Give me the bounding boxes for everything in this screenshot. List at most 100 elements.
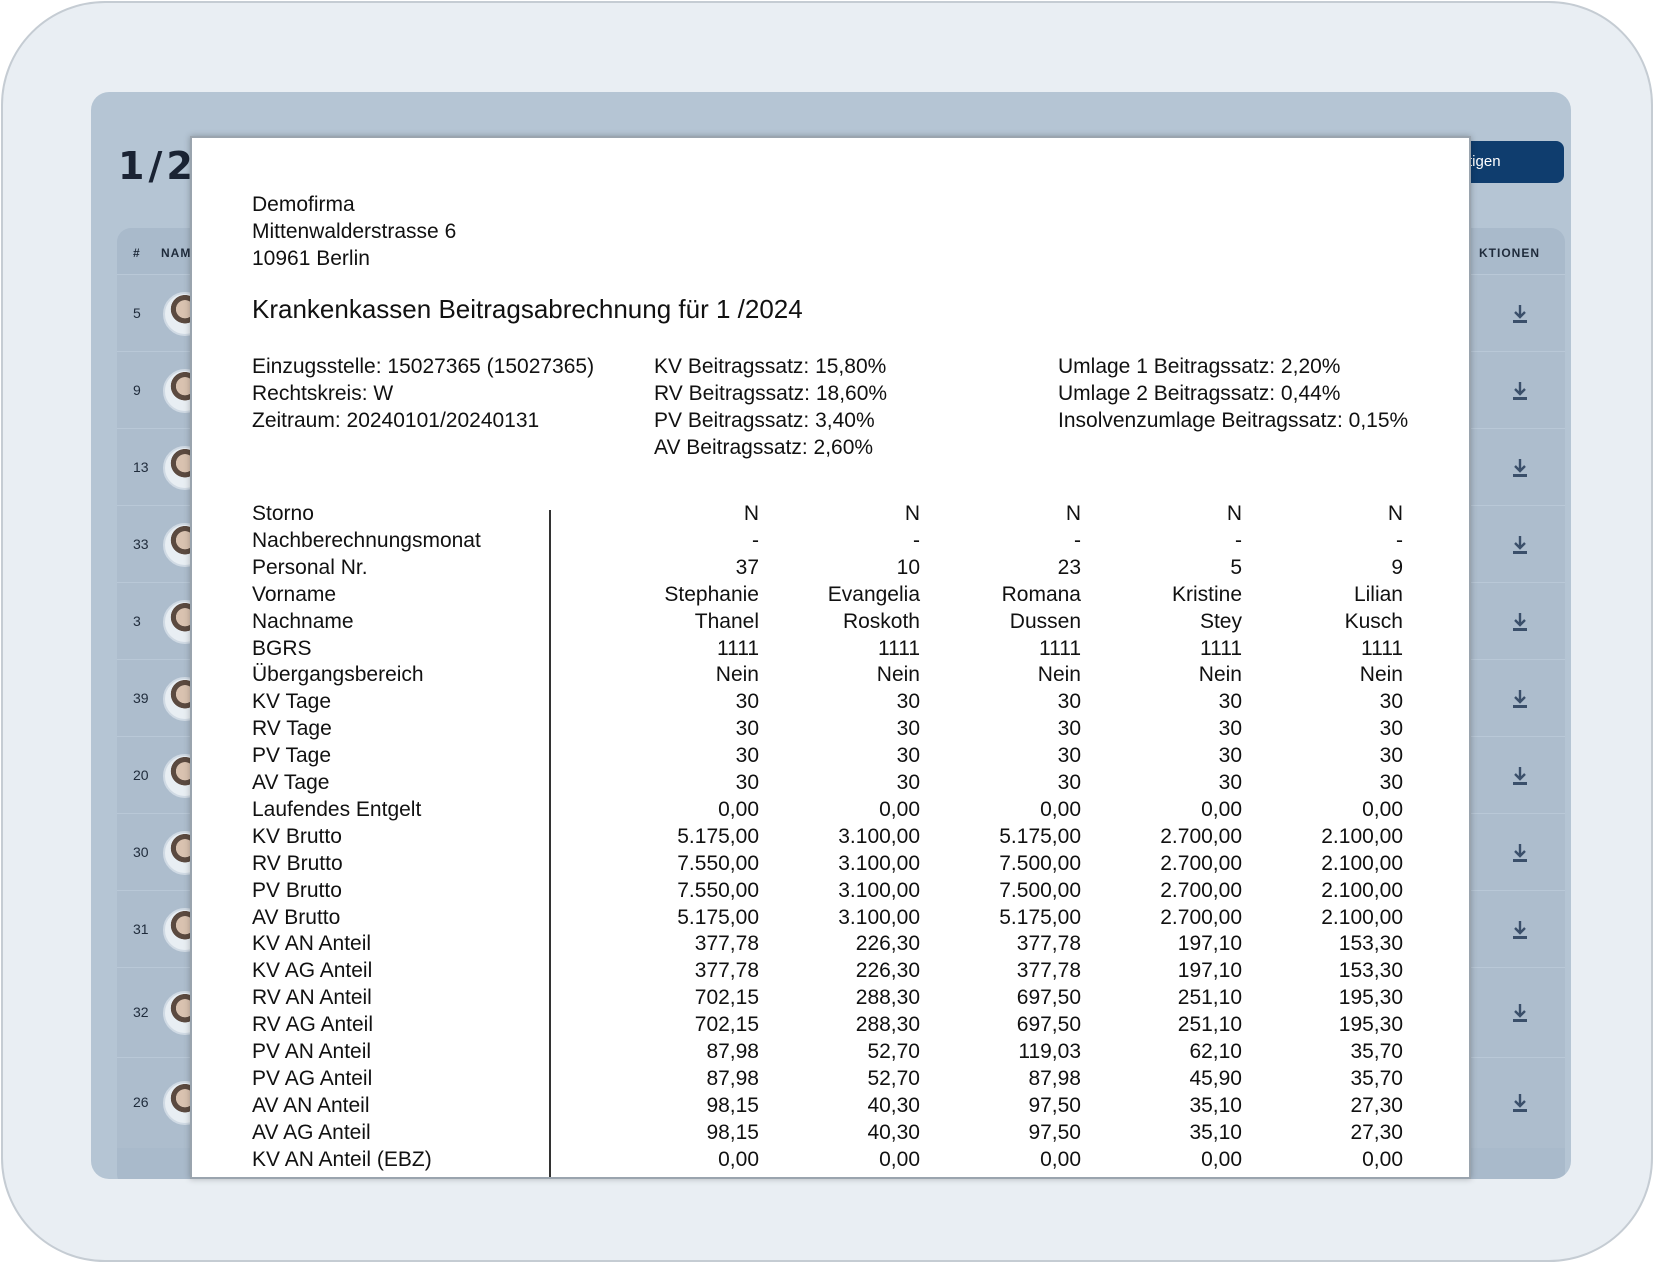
row-label: KV AN Anteil [252, 932, 372, 956]
download-icon[interactable] [1511, 1093, 1529, 1113]
cell-value: 197,10 [1177, 959, 1242, 983]
cell-value: 119,03 [1018, 1040, 1081, 1063]
cell-value: 30 [1057, 717, 1081, 741]
header-actions: KTIONEN [1479, 246, 1540, 260]
row-label: KV Tage [252, 690, 332, 714]
row-number: 3 [133, 613, 141, 629]
row-label: Storno [252, 502, 314, 525]
cell-value: 40,30 [867, 1120, 920, 1144]
cell-value: 195,30 [1338, 1013, 1403, 1037]
cell-value: Lilian [1353, 582, 1403, 606]
download-icon[interactable] [1511, 304, 1529, 324]
cell-value: 5 [1230, 555, 1242, 579]
row-label: Übergangsbereich [252, 663, 424, 687]
cell-value: 3.100,00 [838, 824, 920, 848]
cell-value: 10 [896, 555, 920, 579]
cell-value: 0,00 [1201, 797, 1242, 821]
cell-value: 30 [1218, 690, 1242, 714]
meta-einzugsstelle: Einzugsstelle: 15027365 (15027365) [252, 355, 595, 378]
download-icon[interactable] [1511, 766, 1529, 786]
cell-value: Roskoth [842, 609, 920, 633]
header-name[interactable]: NAM [161, 246, 191, 260]
cell-value: 1111 [877, 636, 920, 660]
cell-value: 5.175,00 [677, 824, 759, 848]
cell-value: N [1226, 502, 1242, 525]
cell-value: Dussen [1009, 609, 1081, 633]
company-street: Mittenwalderstrasse 6 [252, 220, 457, 243]
row-label: AV AG Anteil [252, 1120, 371, 1144]
meta-av-rate: AV Beitragssatz: 2,60% [654, 436, 874, 459]
cell-value: 0,00 [718, 1147, 759, 1171]
cell-value: 2.700,00 [1160, 824, 1242, 848]
row-label: BGRS [252, 636, 312, 660]
cell-value: 2.100,00 [1321, 905, 1403, 929]
cell-value: 87,98 [1028, 1066, 1081, 1090]
row-number: 13 [133, 459, 149, 475]
cell-value: 377,78 [694, 959, 759, 983]
cell-value: 0,00 [879, 797, 920, 821]
cell-value: 30 [735, 744, 759, 768]
cell-value: 30 [896, 690, 920, 714]
cell-value: 27,30 [1350, 1120, 1403, 1144]
cell-value: N [743, 502, 759, 525]
row-number: 39 [133, 690, 149, 706]
cell-value: 288,30 [855, 1013, 920, 1037]
download-icon[interactable] [1511, 612, 1529, 632]
cell-value: - [752, 528, 759, 552]
cell-value: N [1065, 502, 1081, 525]
download-icon[interactable] [1511, 458, 1529, 478]
cell-value: 226,30 [855, 959, 920, 983]
cell-value: - [1396, 528, 1403, 552]
row-label: Nachname [252, 609, 354, 633]
row-label: KV Brutto [252, 824, 342, 848]
cell-value: 0,00 [879, 1147, 920, 1171]
cell-value: 3.100,00 [838, 878, 920, 902]
cell-value: 1111 [1360, 636, 1403, 660]
cell-value: 30 [1057, 771, 1081, 794]
download-icon[interactable] [1511, 843, 1529, 863]
cell-value: 30 [896, 771, 920, 794]
row-number: 9 [133, 382, 141, 398]
cell-value: 35,10 [1189, 1120, 1242, 1144]
cell-value: 30 [1379, 771, 1403, 794]
cell-value: 1111 [716, 636, 759, 660]
meta-pv-rate: PV Beitragssatz: 3,40% [654, 409, 875, 432]
meta-rv-rate: RV Beitragssatz: 18,60% [654, 382, 888, 405]
row-number: 30 [133, 844, 149, 860]
cell-value: 35,70 [1350, 1040, 1403, 1063]
cell-value: 0,00 [1362, 1147, 1403, 1171]
cell-value: 1111 [1199, 636, 1242, 660]
cell-value: 7.550,00 [677, 878, 759, 902]
download-icon[interactable] [1511, 920, 1529, 940]
row-label: RV AG Anteil [252, 1013, 374, 1037]
cell-value: 30 [735, 690, 759, 714]
cell-value: Evangelia [827, 582, 920, 606]
row-label: Personal Nr. [252, 555, 368, 579]
download-icon[interactable] [1511, 381, 1529, 401]
cell-value: 87,98 [706, 1040, 759, 1063]
download-icon[interactable] [1511, 1003, 1529, 1023]
row-label: RV Brutto [252, 851, 343, 875]
cell-value: Nein [1037, 663, 1081, 687]
cell-value: 98,15 [706, 1093, 759, 1117]
cell-value: 37 [735, 555, 759, 579]
cell-value: Nein [715, 663, 759, 687]
row-number: 26 [133, 1094, 149, 1110]
cell-value: 2.100,00 [1321, 851, 1403, 875]
row-number: 5 [133, 305, 141, 321]
company-name: Demofirma [252, 193, 355, 216]
document-title: Krankenkassen Beitragsabrechnung für 1 /… [252, 294, 803, 324]
cell-value: 30 [1218, 744, 1242, 768]
cell-value: 27,30 [1350, 1093, 1403, 1117]
cell-value: 30 [896, 717, 920, 741]
cell-value: 377,78 [1016, 959, 1081, 983]
cell-value: 251,10 [1177, 1013, 1242, 1037]
cell-value: N [1387, 502, 1403, 525]
cell-value: Nein [1359, 663, 1403, 687]
cell-value: 30 [1379, 690, 1403, 714]
download-icon[interactable] [1511, 689, 1529, 709]
cell-value: 3.100,00 [838, 905, 920, 929]
cell-value: Nein [876, 663, 920, 687]
download-icon[interactable] [1511, 535, 1529, 555]
cell-value: 62,10 [1189, 1040, 1242, 1063]
